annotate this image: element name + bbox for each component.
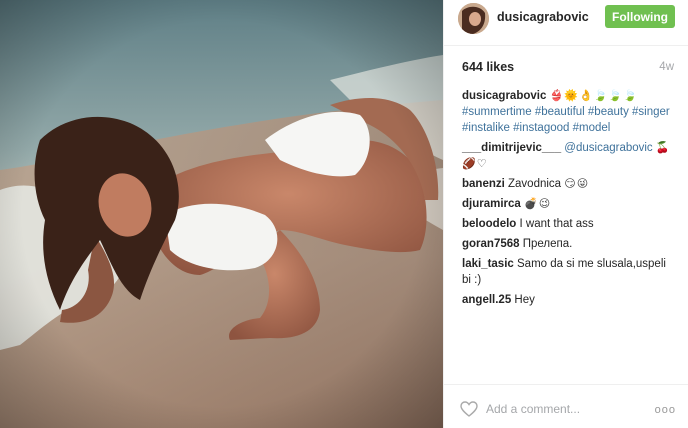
post-meta: 644 likes 4w [462,60,674,76]
beach-photo-image [0,0,443,428]
list-item: banenzi Zavodnica 😏😜 [462,176,678,192]
post-age[interactable]: 4w [659,61,674,73]
list-item: beloodelo I want that ass [462,216,678,232]
comments-list: dusicagrabovic 👙🌞👌🍃🍃🍃 #summertime #beaut… [462,88,678,312]
list-item: angell.25 Hey [462,292,678,308]
comment-text: Прелепа. [522,238,573,250]
list-item: laki_tasic Samo da si me slusala,uspeli … [462,256,678,288]
caption-hashtags-line2[interactable]: #instalike #instagood #model [462,122,610,134]
comment-username[interactable]: laki_tasic [462,258,514,270]
comment-text: Hey [514,294,535,306]
more-options-icon[interactable]: ooo [655,404,676,416]
instagram-post: dusicagrabovic Following 644 likes 4w du… [0,0,688,428]
comment-username[interactable]: goran7568 [462,238,520,250]
comment-emoji: 💣😉 [524,198,552,210]
avatar[interactable] [458,3,489,34]
post-header: dusicagrabovic Following [444,0,688,46]
comment-text: I want that ass [519,218,594,230]
comment-username[interactable]: banenzi [462,178,505,190]
likes-count[interactable]: 644 likes [462,60,514,74]
list-item: djuramirca 💣😉 [462,196,678,212]
add-comment-input[interactable]: Add a comment... [486,402,580,416]
comment-bar: Add a comment... ooo [444,384,688,428]
comment-emoji: 😏😜 [564,178,590,190]
post-details-panel: dusicagrabovic Following 644 likes 4w du… [443,0,688,428]
post-photo[interactable] [0,0,443,428]
comment-username[interactable]: djuramirca [462,198,521,210]
comment-mention[interactable]: @dusicagrabovic [564,142,652,154]
caption-username[interactable]: dusicagrabovic [462,90,546,102]
following-button[interactable]: Following [605,5,675,28]
caption-hashtags-line1[interactable]: #summertime #beautiful #beauty #singer [462,106,670,118]
comment-username[interactable]: ___dimitrijevic___ [462,142,561,154]
caption-emoji: 👙🌞👌🍃🍃🍃 [549,90,638,102]
comment-username[interactable]: angell.25 [462,294,511,306]
heart-icon[interactable] [460,401,478,417]
comment-username[interactable]: beloodelo [462,218,516,230]
list-item: ___dimitrijevic___ @dusicagrabovic 🍒🏈♡ [462,140,678,172]
comment-text: Zavodnica [508,178,562,190]
avatar-image [458,3,489,34]
list-item: goran7568 Прелепа. [462,236,678,252]
caption: dusicagrabovic 👙🌞👌🍃🍃🍃 #summertime #beaut… [462,88,678,136]
post-username[interactable]: dusicagrabovic [497,10,589,24]
